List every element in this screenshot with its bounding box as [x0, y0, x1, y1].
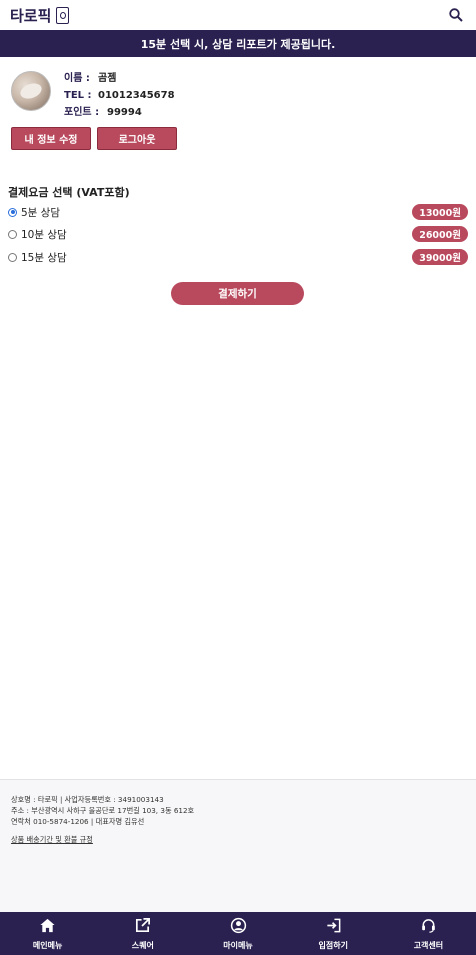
notice-banner: 15분 선택 시, 상담 리포트가 제공됩니다. — [0, 30, 476, 57]
nav-label: 고객센터 — [413, 940, 444, 950]
name-label: 이름 : — [64, 73, 90, 84]
price-badge: 39000원 — [412, 249, 468, 265]
home-icon — [39, 917, 56, 938]
radio-15min[interactable] — [8, 252, 17, 262]
nav-label: 입점하기 — [318, 940, 348, 950]
edit-profile-button[interactable]: 내 정보 수정 — [11, 127, 91, 150]
nav-label: 스퀘어 — [131, 940, 154, 950]
headset-icon — [420, 917, 437, 938]
tel-label: TEL : — [64, 90, 92, 101]
payment-option-15min[interactable]: 15분 상담 39000원 — [8, 248, 468, 266]
external-link-icon — [134, 917, 151, 938]
profile-info: 이름 : 곰젬 TEL : 01012345678 포인트 : 99994 — [64, 70, 175, 121]
radio-5min[interactable] — [8, 207, 17, 217]
nav-label: 메인메뉴 — [32, 940, 63, 950]
sign-in-icon — [325, 917, 342, 938]
price-badge: 13000원 — [412, 204, 468, 220]
tel-value: 01012345678 — [98, 90, 175, 101]
nav-label: 마이메뉴 — [223, 940, 253, 950]
nav-item-main[interactable]: 메인메뉴 — [0, 912, 95, 955]
footer: 상호명 : 타로픽 | 사업자등록번호 : 3491003143 주소 : 부산… — [0, 779, 476, 912]
price-badge: 26000원 — [412, 226, 468, 242]
bottom-nav: 메인메뉴 스퀘어 마이메뉴 입점하기 고객센터 — [0, 912, 476, 955]
search-icon[interactable] — [448, 7, 464, 23]
footer-address: 주소 : 부산광역시 사하구 을공단로 17번길 103, 3동 612호 — [11, 806, 195, 815]
tarot-card-icon — [56, 6, 70, 24]
logout-button[interactable]: 로그아웃 — [97, 127, 177, 150]
app-header: 타로픽 — [0, 0, 476, 30]
avatar — [11, 71, 51, 111]
nav-item-join[interactable]: 입점하기 — [286, 912, 381, 955]
pay-button[interactable]: 결제하기 — [171, 282, 304, 305]
nav-item-support[interactable]: 고객센터 — [381, 912, 476, 955]
banner-text: 15분 선택 시, 상담 리포트가 제공됩니다. — [140, 37, 336, 51]
nav-item-square[interactable]: 스퀘어 — [95, 912, 190, 955]
payment-option-10min[interactable]: 10분 상담 26000원 — [8, 225, 468, 243]
option-label[interactable]: 5분 상담 — [21, 205, 60, 220]
refund-policy-link[interactable]: 상품 배송기간 및 환불 규정 — [11, 835, 93, 845]
point-value: 99994 — [107, 107, 142, 118]
logo-text[interactable]: 타로픽 — [10, 5, 51, 26]
point-label: 포인트 : — [64, 107, 100, 118]
option-label[interactable]: 10분 상담 — [21, 227, 67, 242]
payment-title: 결제요금 선택 (VAT포함) — [8, 186, 130, 199]
user-circle-icon — [230, 917, 247, 938]
footer-business-info: 상호명 : 타로픽 | 사업자등록번호 : 3491003143 — [11, 795, 164, 804]
radio-10min[interactable] — [8, 229, 17, 239]
option-label[interactable]: 15분 상담 — [21, 250, 67, 265]
name-value: 곰젬 — [98, 73, 117, 84]
payment-option-5min[interactable]: 5분 상담 13000원 — [8, 203, 468, 221]
nav-item-mymenu[interactable]: 마이메뉴 — [190, 912, 285, 955]
footer-contact: 연락처 010-5874-1206 | 대표자명 김유선 — [11, 817, 145, 826]
